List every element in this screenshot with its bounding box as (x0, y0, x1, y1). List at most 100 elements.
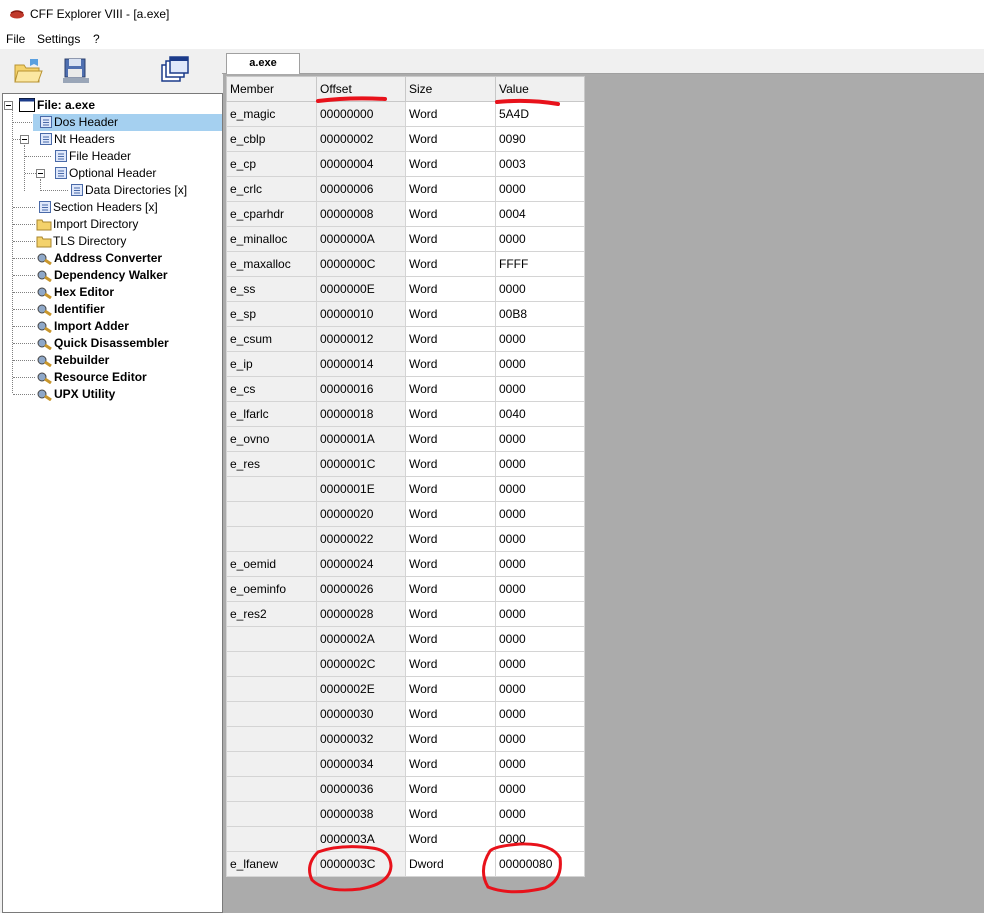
cell-member[interactable] (226, 726, 317, 752)
tree-item-upx-utility[interactable]: UPX Utility (3, 386, 222, 403)
cell-size[interactable]: Word (405, 151, 496, 177)
cell-member[interactable]: e_maxalloc (226, 251, 317, 277)
cell-size[interactable]: Word (405, 651, 496, 677)
cell-value[interactable]: 0000 (495, 351, 585, 377)
cell-member[interactable] (226, 701, 317, 727)
cell-member[interactable]: e_ip (226, 351, 317, 377)
cell-size[interactable]: Word (405, 101, 496, 127)
cell-value[interactable]: 5A4D (495, 101, 585, 127)
table-row[interactable]: e_lfarlc 00000018 Word 0040 (226, 401, 585, 427)
cell-member[interactable]: e_cp (226, 151, 317, 177)
cell-offset[interactable]: 0000000C (316, 251, 406, 277)
table-row[interactable]: e_cp 00000004 Word 0003 (226, 151, 585, 177)
cell-offset[interactable]: 00000026 (316, 576, 406, 602)
table-row[interactable]: e_crlc 00000006 Word 0000 (226, 176, 585, 202)
table-row[interactable]: e_res2 00000028 Word 0000 (226, 601, 585, 627)
cell-size[interactable]: Word (405, 276, 496, 302)
table-row[interactable]: e_cparhdr 00000008 Word 0004 (226, 201, 585, 227)
cell-value[interactable]: 0000 (495, 626, 585, 652)
cell-offset[interactable]: 00000000 (316, 101, 406, 127)
cell-member[interactable]: e_lfanew (226, 851, 317, 877)
cell-offset[interactable]: 00000006 (316, 176, 406, 202)
cell-value[interactable]: 0000 (495, 226, 585, 252)
cell-size[interactable]: Word (405, 251, 496, 277)
windows-icon[interactable] (158, 55, 190, 87)
cell-member[interactable]: e_sp (226, 301, 317, 327)
table-row[interactable]: 0000003A Word 0000 (226, 826, 585, 852)
table-row[interactable]: e_oemid 00000024 Word 0000 (226, 551, 585, 577)
cell-value[interactable]: 0040 (495, 401, 585, 427)
table-row[interactable]: e_csum 00000012 Word 0000 (226, 326, 585, 352)
cell-value[interactable]: 0000 (495, 376, 585, 402)
table-row[interactable]: 0000002C Word 0000 (226, 651, 585, 677)
cell-value[interactable]: 0000 (495, 501, 585, 527)
cell-offset[interactable]: 00000004 (316, 151, 406, 177)
cell-member[interactable]: e_csum (226, 326, 317, 352)
table-row[interactable]: 0000001E Word 0000 (226, 476, 585, 502)
cell-offset[interactable]: 00000008 (316, 201, 406, 227)
table-row[interactable]: 00000036 Word 0000 (226, 776, 585, 802)
tree-item-resource-editor[interactable]: Resource Editor (3, 369, 222, 386)
cell-size[interactable]: Word (405, 826, 496, 852)
cell-size[interactable]: Word (405, 501, 496, 527)
tree-item-import-directory[interactable]: Import Directory (3, 216, 222, 233)
tree-item-optional-header[interactable]: Optional Header (3, 165, 222, 182)
table-row[interactable]: e_ovno 0000001A Word 0000 (226, 426, 585, 452)
cell-value[interactable]: FFFF (495, 251, 585, 277)
cell-size[interactable]: Word (405, 351, 496, 377)
cell-value[interactable]: 0000 (495, 601, 585, 627)
cell-member[interactable]: e_cblp (226, 126, 317, 152)
collapse-icon[interactable] (4, 101, 13, 110)
cell-offset[interactable]: 00000038 (316, 801, 406, 827)
cell-offset[interactable]: 0000003C (316, 851, 406, 877)
cell-value[interactable]: 00000080 (495, 851, 585, 877)
cell-size[interactable]: Word (405, 626, 496, 652)
table-row[interactable]: e_minalloc 0000000A Word 0000 (226, 226, 585, 252)
cell-size[interactable]: Word (405, 751, 496, 777)
tree-item-section-headers[interactable]: Section Headers [x] (3, 199, 222, 216)
tree-item-address-converter[interactable]: Address Converter (3, 250, 222, 267)
cell-size[interactable]: Word (405, 176, 496, 202)
cell-member[interactable] (226, 651, 317, 677)
tree-item-import-adder[interactable]: Import Adder (3, 318, 222, 335)
cell-member[interactable] (226, 776, 317, 802)
cell-offset[interactable]: 00000034 (316, 751, 406, 777)
tree-item-rebuilder[interactable]: Rebuilder (3, 352, 222, 369)
cell-member[interactable] (226, 801, 317, 827)
cell-member[interactable] (226, 626, 317, 652)
table-row[interactable]: e_cblp 00000002 Word 0090 (226, 126, 585, 152)
table-row[interactable]: e_res 0000001C Word 0000 (226, 451, 585, 477)
cell-member[interactable]: e_cs (226, 376, 317, 402)
cell-size[interactable]: Word (405, 301, 496, 327)
cell-size[interactable]: Word (405, 551, 496, 577)
table-row[interactable]: e_sp 00000010 Word 00B8 (226, 301, 585, 327)
cell-value[interactable]: 0000 (495, 726, 585, 752)
cell-member[interactable]: e_res2 (226, 601, 317, 627)
cell-member[interactable] (226, 676, 317, 702)
tree-item-file-header[interactable]: File Header (3, 148, 222, 165)
cell-member[interactable]: e_res (226, 451, 317, 477)
column-header-value[interactable]: Value (495, 76, 585, 102)
cell-value[interactable]: 0000 (495, 451, 585, 477)
cell-member[interactable]: e_oemid (226, 551, 317, 577)
tree-item-data-directories[interactable]: Data Directories [x] (3, 182, 222, 199)
cell-size[interactable]: Word (405, 326, 496, 352)
cell-size[interactable]: Word (405, 576, 496, 602)
cell-value[interactable]: 0090 (495, 126, 585, 152)
menu-file[interactable]: File (6, 32, 25, 46)
cell-value[interactable]: 0000 (495, 826, 585, 852)
cell-member[interactable] (226, 826, 317, 852)
cell-member[interactable]: e_crlc (226, 176, 317, 202)
table-row[interactable]: 00000032 Word 0000 (226, 726, 585, 752)
column-header-offset[interactable]: Offset (316, 76, 406, 102)
table-row[interactable]: 0000002E Word 0000 (226, 676, 585, 702)
tree-item-file[interactable]: File: a.exe (3, 97, 222, 114)
tree-item-identifier[interactable]: Identifier (3, 301, 222, 318)
cell-member[interactable]: e_cparhdr (226, 201, 317, 227)
cell-size[interactable]: Word (405, 776, 496, 802)
cell-size[interactable]: Word (405, 376, 496, 402)
table-row[interactable]: 00000034 Word 0000 (226, 751, 585, 777)
cell-value[interactable]: 0000 (495, 651, 585, 677)
tree-item-dependency-walker[interactable]: Dependency Walker (3, 267, 222, 284)
cell-offset[interactable]: 0000002C (316, 651, 406, 677)
